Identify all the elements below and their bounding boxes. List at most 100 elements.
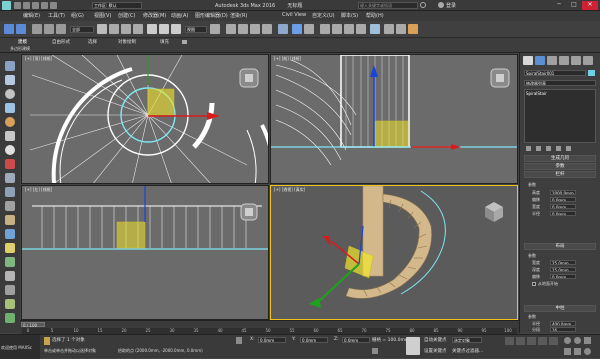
ribbon-tab-modeling[interactable]: 建模 — [18, 39, 27, 45]
quick-access-new-icon[interactable] — [50, 2, 57, 9]
menu-customize[interactable]: 自定义(U) — [312, 12, 335, 19]
param-radius-field[interactable]: 0.0mm — [550, 211, 576, 216]
teapot-tool-icon[interactable] — [5, 187, 15, 197]
angle-snap-icon[interactable] — [238, 24, 248, 34]
viewport-left[interactable]: [+] [左] [线框] — [21, 185, 269, 320]
minimize-button[interactable]: ─ — [552, 1, 566, 10]
layout-depth-field[interactable]: 15.0mm — [550, 267, 576, 272]
help-search[interactable]: 键入关键字或短语 — [358, 2, 418, 9]
menu-graph-editors[interactable]: 图形编辑器(D) — [195, 12, 228, 19]
ribbon-tab-object-paint[interactable]: 对象绘制 — [118, 39, 136, 45]
make-unique-icon[interactable] — [546, 146, 551, 151]
quick-access-redo-icon[interactable] — [23, 2, 30, 9]
set-key-label[interactable]: 设置关键点 — [424, 348, 447, 354]
layer-explorer-icon[interactable] — [320, 24, 330, 34]
pin-stack-icon[interactable] — [526, 146, 531, 151]
link-icon[interactable] — [32, 24, 42, 34]
x-coord-field[interactable]: 0.0mm — [258, 337, 286, 343]
maximize-button[interactable]: □ — [567, 1, 581, 10]
spline-tool-icon[interactable] — [5, 229, 15, 239]
rollout-parameters[interactable]: 参数 — [524, 163, 596, 170]
viewport-perspective[interactable]: [+] [透视] [真实] — [270, 185, 518, 320]
ribbon-sub-label[interactable]: 多边形建模 — [10, 46, 30, 52]
zoom-icon[interactable] — [564, 337, 571, 344]
window-crossing-icon[interactable] — [133, 24, 143, 34]
reference-coordinate-dropdown[interactable]: 视图 — [185, 26, 207, 33]
mirror-icon[interactable] — [292, 24, 302, 34]
rollout-generate[interactable]: 生成几何 — [524, 155, 596, 162]
render-production-icon[interactable] — [408, 24, 418, 34]
helper-tool-icon[interactable] — [5, 271, 15, 281]
rollout-center-pole[interactable]: 中柱 — [524, 305, 596, 312]
rectangle-selection-icon[interactable] — [121, 24, 131, 34]
text-tool-icon[interactable] — [5, 215, 15, 225]
move-icon[interactable] — [147, 24, 157, 34]
cone-tool-icon[interactable] — [5, 131, 15, 141]
select-object-icon[interactable] — [97, 24, 107, 34]
go-to-end-icon[interactable] — [549, 337, 558, 345]
hierarchy-tab-icon[interactable] — [547, 56, 557, 65]
render-frame-icon[interactable] — [396, 24, 406, 34]
display-tab-icon[interactable] — [571, 56, 581, 65]
named-selection-icon[interactable] — [278, 24, 288, 34]
menu-rendering[interactable]: 渲染(R) — [230, 12, 247, 19]
paint-tool-icon[interactable] — [5, 313, 15, 323]
show-end-result-icon[interactable] — [536, 146, 541, 151]
maxscript-listener[interactable]: 欢迎使用 MAXSc — [0, 335, 40, 359]
workspace-dropdown[interactable]: 工作区: 默认 — [92, 2, 142, 9]
configure-sets-icon[interactable] — [566, 146, 571, 151]
menu-create[interactable]: 创建(C) — [118, 12, 135, 19]
layout-width-field[interactable]: 25.0mm — [550, 260, 576, 265]
create-tab-icon[interactable] — [523, 56, 533, 65]
param-offset-field[interactable]: 0.0mm — [550, 197, 576, 202]
lock-selection-icon[interactable] — [236, 337, 242, 344]
geo-sphere-icon[interactable] — [5, 145, 15, 155]
z-coord-field[interactable]: 0.0mm — [342, 337, 370, 343]
torus-tool-icon[interactable] — [5, 117, 15, 127]
systems-tool-icon[interactable] — [5, 299, 15, 309]
modifier-stack[interactable]: SpiralStair — [524, 89, 596, 143]
rollout-layout[interactable]: 布局 — [524, 243, 596, 250]
y-coord-field[interactable]: 0.0mm — [300, 337, 328, 343]
object-color-swatch[interactable] — [588, 70, 595, 76]
scale-icon[interactable] — [171, 24, 181, 34]
ribbon-tab-freeform[interactable]: 自由形式 — [52, 39, 70, 45]
selection-set-dropdown[interactable]: 选定对象 — [452, 337, 482, 343]
sphere-tool-icon[interactable] — [5, 89, 15, 99]
snap-toggle-icon[interactable] — [226, 24, 236, 34]
pyramid-tool-icon[interactable] — [5, 173, 15, 183]
select-by-name-icon[interactable] — [109, 24, 119, 34]
next-frame-icon[interactable] — [538, 337, 547, 345]
time-slider[interactable]: 0 / 100 0 5 10 15 20 25 30 35 40 45 50 55 60 65 70 75 80… — [20, 320, 519, 334]
cylinder-tool-icon[interactable] — [5, 103, 15, 113]
login-button[interactable]: 登录 — [446, 2, 456, 9]
render-setup-icon[interactable] — [384, 24, 394, 34]
modifier-stack-item[interactable]: SpiralStair — [525, 90, 595, 97]
space-warp-icon[interactable] — [5, 285, 15, 295]
pan-view-icon[interactable] — [574, 348, 581, 355]
search-icon[interactable] — [420, 2, 426, 8]
curve-editor-icon[interactable] — [344, 24, 354, 34]
close-button[interactable]: ✕ — [582, 1, 598, 10]
menu-modifiers[interactable]: 修改器(M) — [143, 12, 166, 19]
ribbon-toggle-icon[interactable] — [182, 40, 187, 44]
user-icon[interactable] — [438, 2, 444, 8]
orbit-icon[interactable] — [584, 348, 591, 355]
menu-edit[interactable]: 编辑(E) — [23, 12, 40, 19]
modify-tab-icon[interactable] — [535, 56, 545, 65]
ribbon-tab-selection[interactable]: 选择 — [88, 39, 97, 45]
selection-filter-dropdown[interactable]: 全部 — [70, 26, 94, 33]
utilities-tab-icon[interactable] — [583, 56, 593, 65]
percent-snap-icon[interactable] — [250, 24, 260, 34]
tube-tool-icon[interactable] — [5, 159, 15, 169]
ribbon-tab-populate[interactable]: 填充 — [160, 39, 169, 45]
menu-civil-view[interactable]: Civil View — [282, 12, 306, 18]
toggle-ribbon-icon[interactable] — [332, 24, 342, 34]
menu-animation[interactable]: 动画(A) — [171, 12, 188, 19]
start-from-ground-checkbox[interactable] — [532, 282, 536, 286]
schematic-view-icon[interactable] — [356, 24, 366, 34]
quick-access-open-icon[interactable] — [41, 2, 48, 9]
pole-radius-field[interactable]: 400.0mm — [550, 321, 576, 326]
zoom-all-icon[interactable] — [574, 337, 581, 344]
param-width-field[interactable]: 0.0mm — [550, 204, 576, 209]
